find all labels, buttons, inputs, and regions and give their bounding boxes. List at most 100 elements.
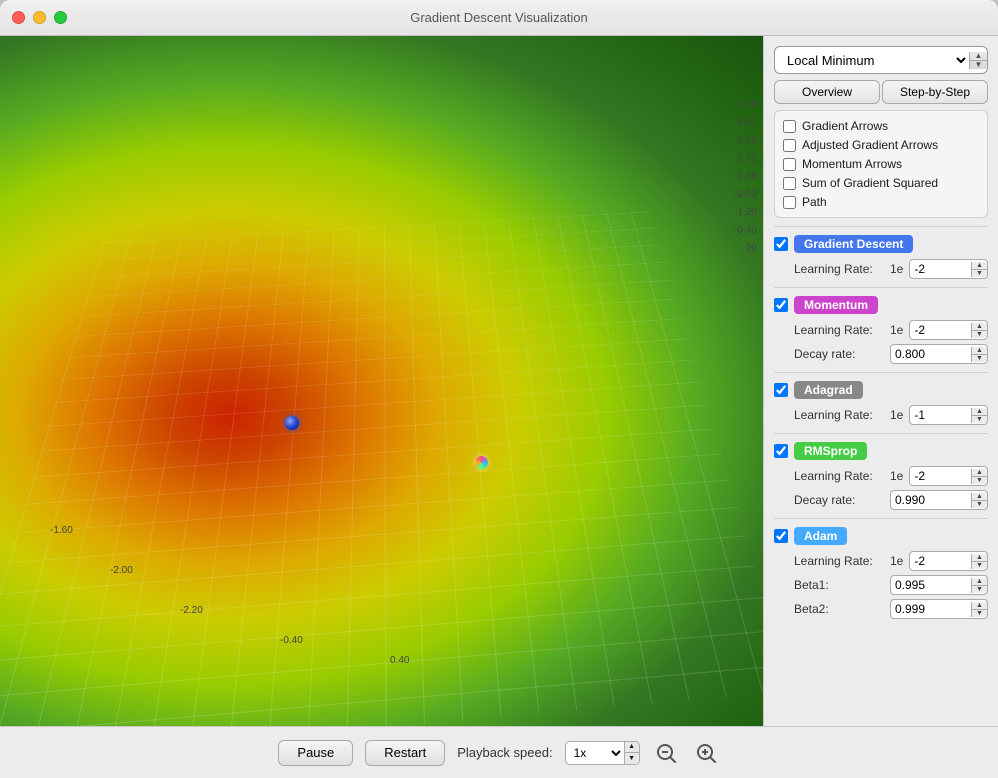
zoom-in-button[interactable] <box>692 739 720 767</box>
adam-beta1-stepper: ▲ ▼ <box>971 578 987 593</box>
algo-adagrad-header: Adagrad <box>774 381 988 399</box>
playback-down[interactable]: ▼ <box>625 753 639 764</box>
yaxis-label: -0.40 <box>734 222 757 240</box>
tab-row: Overview Step-by-Step <box>774 80 988 104</box>
rmsprop-lr-label: Learning Rate: <box>794 469 884 483</box>
algo-rmsprop-checkbox[interactable] <box>774 444 788 458</box>
scenario-dropdown-wrapper[interactable]: Local Minimum Global Minimum Saddle Poin… <box>774 46 988 74</box>
rmsprop-decay-row: Decay rate: ▲ ▼ <box>774 490 988 510</box>
tab-step-by-step[interactable]: Step-by-Step <box>882 80 988 104</box>
yaxis-label: -2.03 <box>734 186 757 204</box>
momentum-decay-down[interactable]: ▼ <box>972 355 987 362</box>
playback-speed-label: Playback speed: <box>457 745 552 760</box>
gd-lr-label: Learning Rate: <box>794 262 884 276</box>
momentum-lr-row: Learning Rate: 1e ▲ ▼ <box>774 320 988 340</box>
restart-button[interactable]: Restart <box>365 740 445 766</box>
rmsprop-decay-input[interactable] <box>891 491 971 509</box>
algo-adam-checkbox[interactable] <box>774 529 788 543</box>
check-momentum-arrows: Momentum Arrows <box>783 157 979 171</box>
momentum-decay-up[interactable]: ▲ <box>972 347 987 355</box>
gd-lr-up[interactable]: ▲ <box>972 262 987 270</box>
algo-adam-header: Adam <box>774 527 988 545</box>
checkboxes-section: Gradient Arrows Adjusted Gradient Arrows… <box>774 110 988 218</box>
yaxis-label: 20 <box>734 240 757 258</box>
check-adjusted-gradient-arrows: Adjusted Gradient Arrows <box>783 138 979 152</box>
adam-beta1-input-group: ▲ ▼ <box>890 575 988 595</box>
bottom-bar: Pause Restart Playback speed: 0.25x 0.5x… <box>0 726 998 778</box>
grid-overlay <box>0 211 763 726</box>
rmsprop-decay-stepper: ▲ ▼ <box>971 493 987 508</box>
adam-beta1-label: Beta1: <box>794 578 884 592</box>
adam-beta2-input-group: ▲ ▼ <box>890 599 988 619</box>
adam-beta1-down[interactable]: ▼ <box>972 586 987 593</box>
algo-momentum-header: Momentum <box>774 296 988 314</box>
label-momentum-arrows: Momentum Arrows <box>802 157 902 171</box>
adam-beta1-up[interactable]: ▲ <box>972 578 987 586</box>
adagrad-lr-up[interactable]: ▲ <box>972 408 987 416</box>
momentum-lr-input-group: ▲ ▼ <box>909 320 988 340</box>
yaxis-label: -1.66 <box>734 168 757 186</box>
window-title: Gradient Descent Visualization <box>410 10 588 25</box>
adam-lr-up[interactable]: ▲ <box>972 554 987 562</box>
zoom-out-button[interactable] <box>652 739 680 767</box>
adam-beta1-row: Beta1: ▲ ▼ <box>774 575 988 595</box>
checkbox-momentum-arrows[interactable] <box>783 158 796 171</box>
gd-lr-input[interactable] <box>910 260 971 278</box>
adam-beta2-up[interactable]: ▲ <box>972 602 987 610</box>
checkbox-gradient-arrows[interactable] <box>783 120 796 133</box>
algo-gd-checkbox[interactable] <box>774 237 788 251</box>
checkbox-sum-gradient-squared[interactable] <box>783 177 796 190</box>
tab-overview[interactable]: Overview <box>774 80 880 104</box>
momentum-lr-input[interactable] <box>910 321 971 339</box>
momentum-decay-stepper: ▲ ▼ <box>971 347 987 362</box>
right-panel: Local Minimum Global Minimum Saddle Poin… <box>763 36 998 726</box>
momentum-lr-up[interactable]: ▲ <box>972 323 987 331</box>
rmsprop-lr-input[interactable] <box>910 467 971 485</box>
gd-lr-stepper: ▲ ▼ <box>971 262 987 277</box>
check-path: Path <box>783 195 979 209</box>
rmsprop-lr-up[interactable]: ▲ <box>972 469 987 477</box>
rmsprop-decay-up[interactable]: ▲ <box>972 493 987 501</box>
adam-beta1-input[interactable] <box>891 576 971 594</box>
checkbox-path[interactable] <box>783 196 796 209</box>
adam-beta2-input[interactable] <box>891 600 971 618</box>
playback-up[interactable]: ▲ <box>625 742 639 754</box>
optimizer-ball <box>475 456 488 469</box>
divider <box>774 372 988 373</box>
playback-speed-select[interactable]: 0.25x 0.5x 1x 2x 4x <box>566 742 624 764</box>
gd-lr-down[interactable]: ▼ <box>972 270 987 277</box>
rmsprop-lr-down[interactable]: ▼ <box>972 477 987 484</box>
gd-lr-prefix: 1e <box>890 262 903 276</box>
playback-speed-wrapper[interactable]: 0.25x 0.5x 1x 2x 4x ▲ ▼ <box>565 741 640 765</box>
adam-beta2-down[interactable]: ▼ <box>972 610 987 617</box>
scenario-dropdown[interactable]: Local Minimum Global Minimum Saddle Poin… <box>775 47 969 73</box>
algo-momentum-checkbox[interactable] <box>774 298 788 312</box>
adagrad-lr-label: Learning Rate: <box>794 408 884 422</box>
adagrad-lr-input[interactable] <box>910 406 971 424</box>
adam-lr-input[interactable] <box>910 552 971 570</box>
minimize-button[interactable] <box>33 11 46 24</box>
adam-lr-down[interactable]: ▼ <box>972 562 987 569</box>
adagrad-lr-down[interactable]: ▼ <box>972 416 987 423</box>
algo-rmsprop: RMSprop Learning Rate: 1e ▲ ▼ Decay rate… <box>774 442 988 510</box>
yaxis-label: 1.72 <box>734 150 757 168</box>
close-button[interactable] <box>12 11 25 24</box>
momentum-decay-label: Decay rate: <box>794 347 884 361</box>
adam-beta2-row: Beta2: ▲ ▼ <box>774 599 988 619</box>
algo-gradient-descent: Gradient Descent Learning Rate: 1e ▲ ▼ <box>774 235 988 279</box>
maximize-button[interactable] <box>54 11 67 24</box>
momentum-lr-down[interactable]: ▼ <box>972 331 987 338</box>
surface: 11.8 8.47 5.19 1.72 -1.66 -2.03 1.20 -0.… <box>0 36 763 726</box>
adagrad-lr-input-group: ▲ ▼ <box>909 405 988 425</box>
adagrad-lr-row: Learning Rate: 1e ▲ ▼ <box>774 405 988 425</box>
pause-button[interactable]: Pause <box>278 740 353 766</box>
rmsprop-decay-down[interactable]: ▼ <box>972 501 987 508</box>
checkbox-adjusted-gradient-arrows[interactable] <box>783 139 796 152</box>
stepper-down-icon[interactable]: ▼ <box>970 61 987 69</box>
momentum-decay-input-group: ▲ ▼ <box>890 344 988 364</box>
momentum-decay-input[interactable] <box>891 345 971 363</box>
yaxis-label: 11.8 <box>734 96 757 114</box>
algo-adagrad-checkbox[interactable] <box>774 383 788 397</box>
dropdown-stepper[interactable]: ▲ ▼ <box>969 52 987 69</box>
adam-lr-input-group: ▲ ▼ <box>909 551 988 571</box>
